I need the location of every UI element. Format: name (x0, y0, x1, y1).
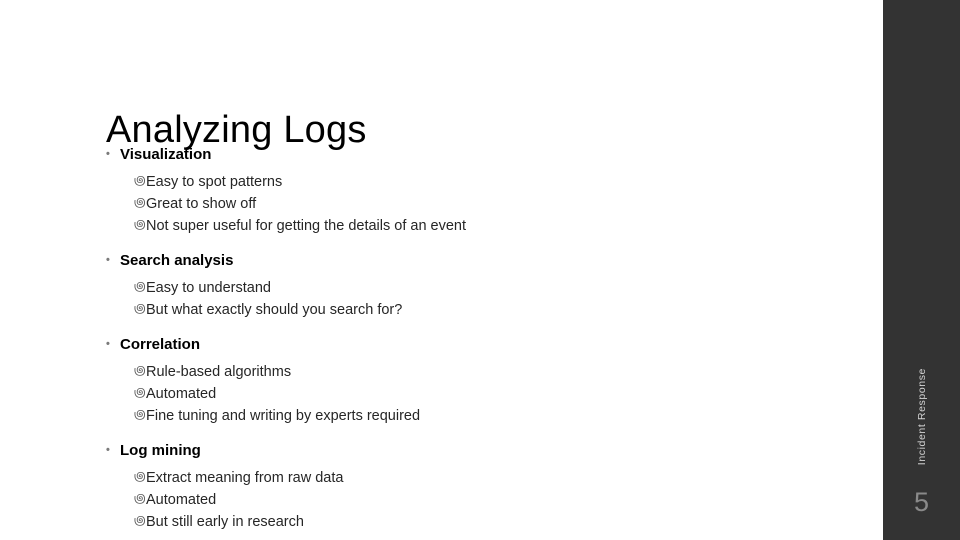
bullet-level2-label: But what exactly should you search for? (146, 302, 403, 318)
bullet-level1-label: Correlation (120, 336, 201, 353)
bullet-level2: ಄ Not super useful for getting the detai… (104, 215, 804, 237)
bullet-level1: • Correlation (104, 334, 804, 355)
bullet-level2: ಄ Rule-based algorithms (104, 361, 804, 383)
bullet-dot-icon: • (106, 444, 110, 456)
bullet-ornament-icon: ಄ (134, 514, 146, 527)
bullet-ornament-icon: ಄ (134, 196, 146, 209)
bullet-level2: ಄ Great to show off (104, 193, 804, 215)
sidebar-section-label-text: Incident Response (915, 368, 928, 466)
bullet-group: • Log mining ಄ Extract meaning from raw … (104, 440, 804, 533)
bullet-level2-label: Not super useful for getting the details… (146, 218, 467, 234)
bullet-level1: • Visualization (104, 144, 804, 165)
bullet-level2: ಄ Fine tuning and writing by experts req… (104, 405, 804, 427)
bullet-level2: ಄ Easy to spot patterns (104, 171, 804, 193)
bullet-level2-label: Rule-based algorithms (146, 364, 292, 380)
bullet-ornament-icon: ಄ (134, 386, 146, 399)
bullet-group: • Search analysis ಄ Easy to understand ಄… (104, 250, 804, 321)
bullet-level1-label: Search analysis (120, 252, 234, 269)
bullet-ornament-icon: ಄ (134, 174, 146, 187)
bullet-ornament-icon: ಄ (134, 470, 146, 483)
sidebar: Incident Response 5 (883, 0, 960, 540)
bullet-level2-label: Extract meaning from raw data (146, 470, 344, 486)
bullet-dot-icon: • (106, 148, 110, 160)
bullet-group: • Visualization ಄ Easy to spot patterns … (104, 144, 804, 237)
bullet-ornament-icon: ಄ (134, 364, 146, 377)
bullet-level2-label: Automated (146, 386, 217, 402)
page-number: 5 (913, 487, 930, 517)
bullet-level2: ಄ Extract meaning from raw data (104, 467, 804, 489)
bullet-level2-label: Fine tuning and writing by experts requi… (146, 408, 421, 424)
bullet-level1-label: Visualization (120, 146, 212, 163)
slide: Analyzing Logs • Visualization ಄ Easy to… (0, 0, 960, 540)
bullet-level2-label: Automated (146, 492, 217, 508)
slide-body: • Visualization ಄ Easy to spot patterns … (104, 144, 804, 533)
bullet-level1: • Log mining (104, 440, 804, 461)
bullet-level2-label: Easy to understand (146, 280, 271, 296)
bullet-level1: • Search analysis (104, 250, 804, 271)
bullet-level2: ಄ But still early in research (104, 511, 804, 533)
bullet-level2: ಄ Automated (104, 383, 804, 405)
bullet-ornament-icon: ಄ (134, 302, 146, 315)
bullet-level2: ಄ Automated (104, 489, 804, 511)
bullet-ornament-icon: ಄ (134, 408, 146, 421)
bullet-group: • Correlation ಄ Rule-based algorithms ಄ … (104, 334, 804, 427)
bullet-level2: ಄ But what exactly should you search for… (104, 299, 804, 321)
bullet-level2-label: Easy to spot patterns (146, 174, 283, 190)
bullet-ornament-icon: ಄ (134, 492, 146, 505)
bullet-level2-label: Great to show off (146, 196, 257, 212)
sidebar-section-label: Incident Response (883, 368, 960, 488)
bullet-ornament-icon: ಄ (134, 218, 146, 231)
bullet-level2: ಄ Easy to understand (104, 277, 804, 299)
bullet-level1-label: Log mining (120, 442, 201, 459)
bullet-ornament-icon: ಄ (134, 280, 146, 293)
bullet-dot-icon: • (106, 254, 110, 266)
bullet-dot-icon: • (106, 338, 110, 350)
bullet-level2-label: But still early in research (146, 514, 304, 530)
